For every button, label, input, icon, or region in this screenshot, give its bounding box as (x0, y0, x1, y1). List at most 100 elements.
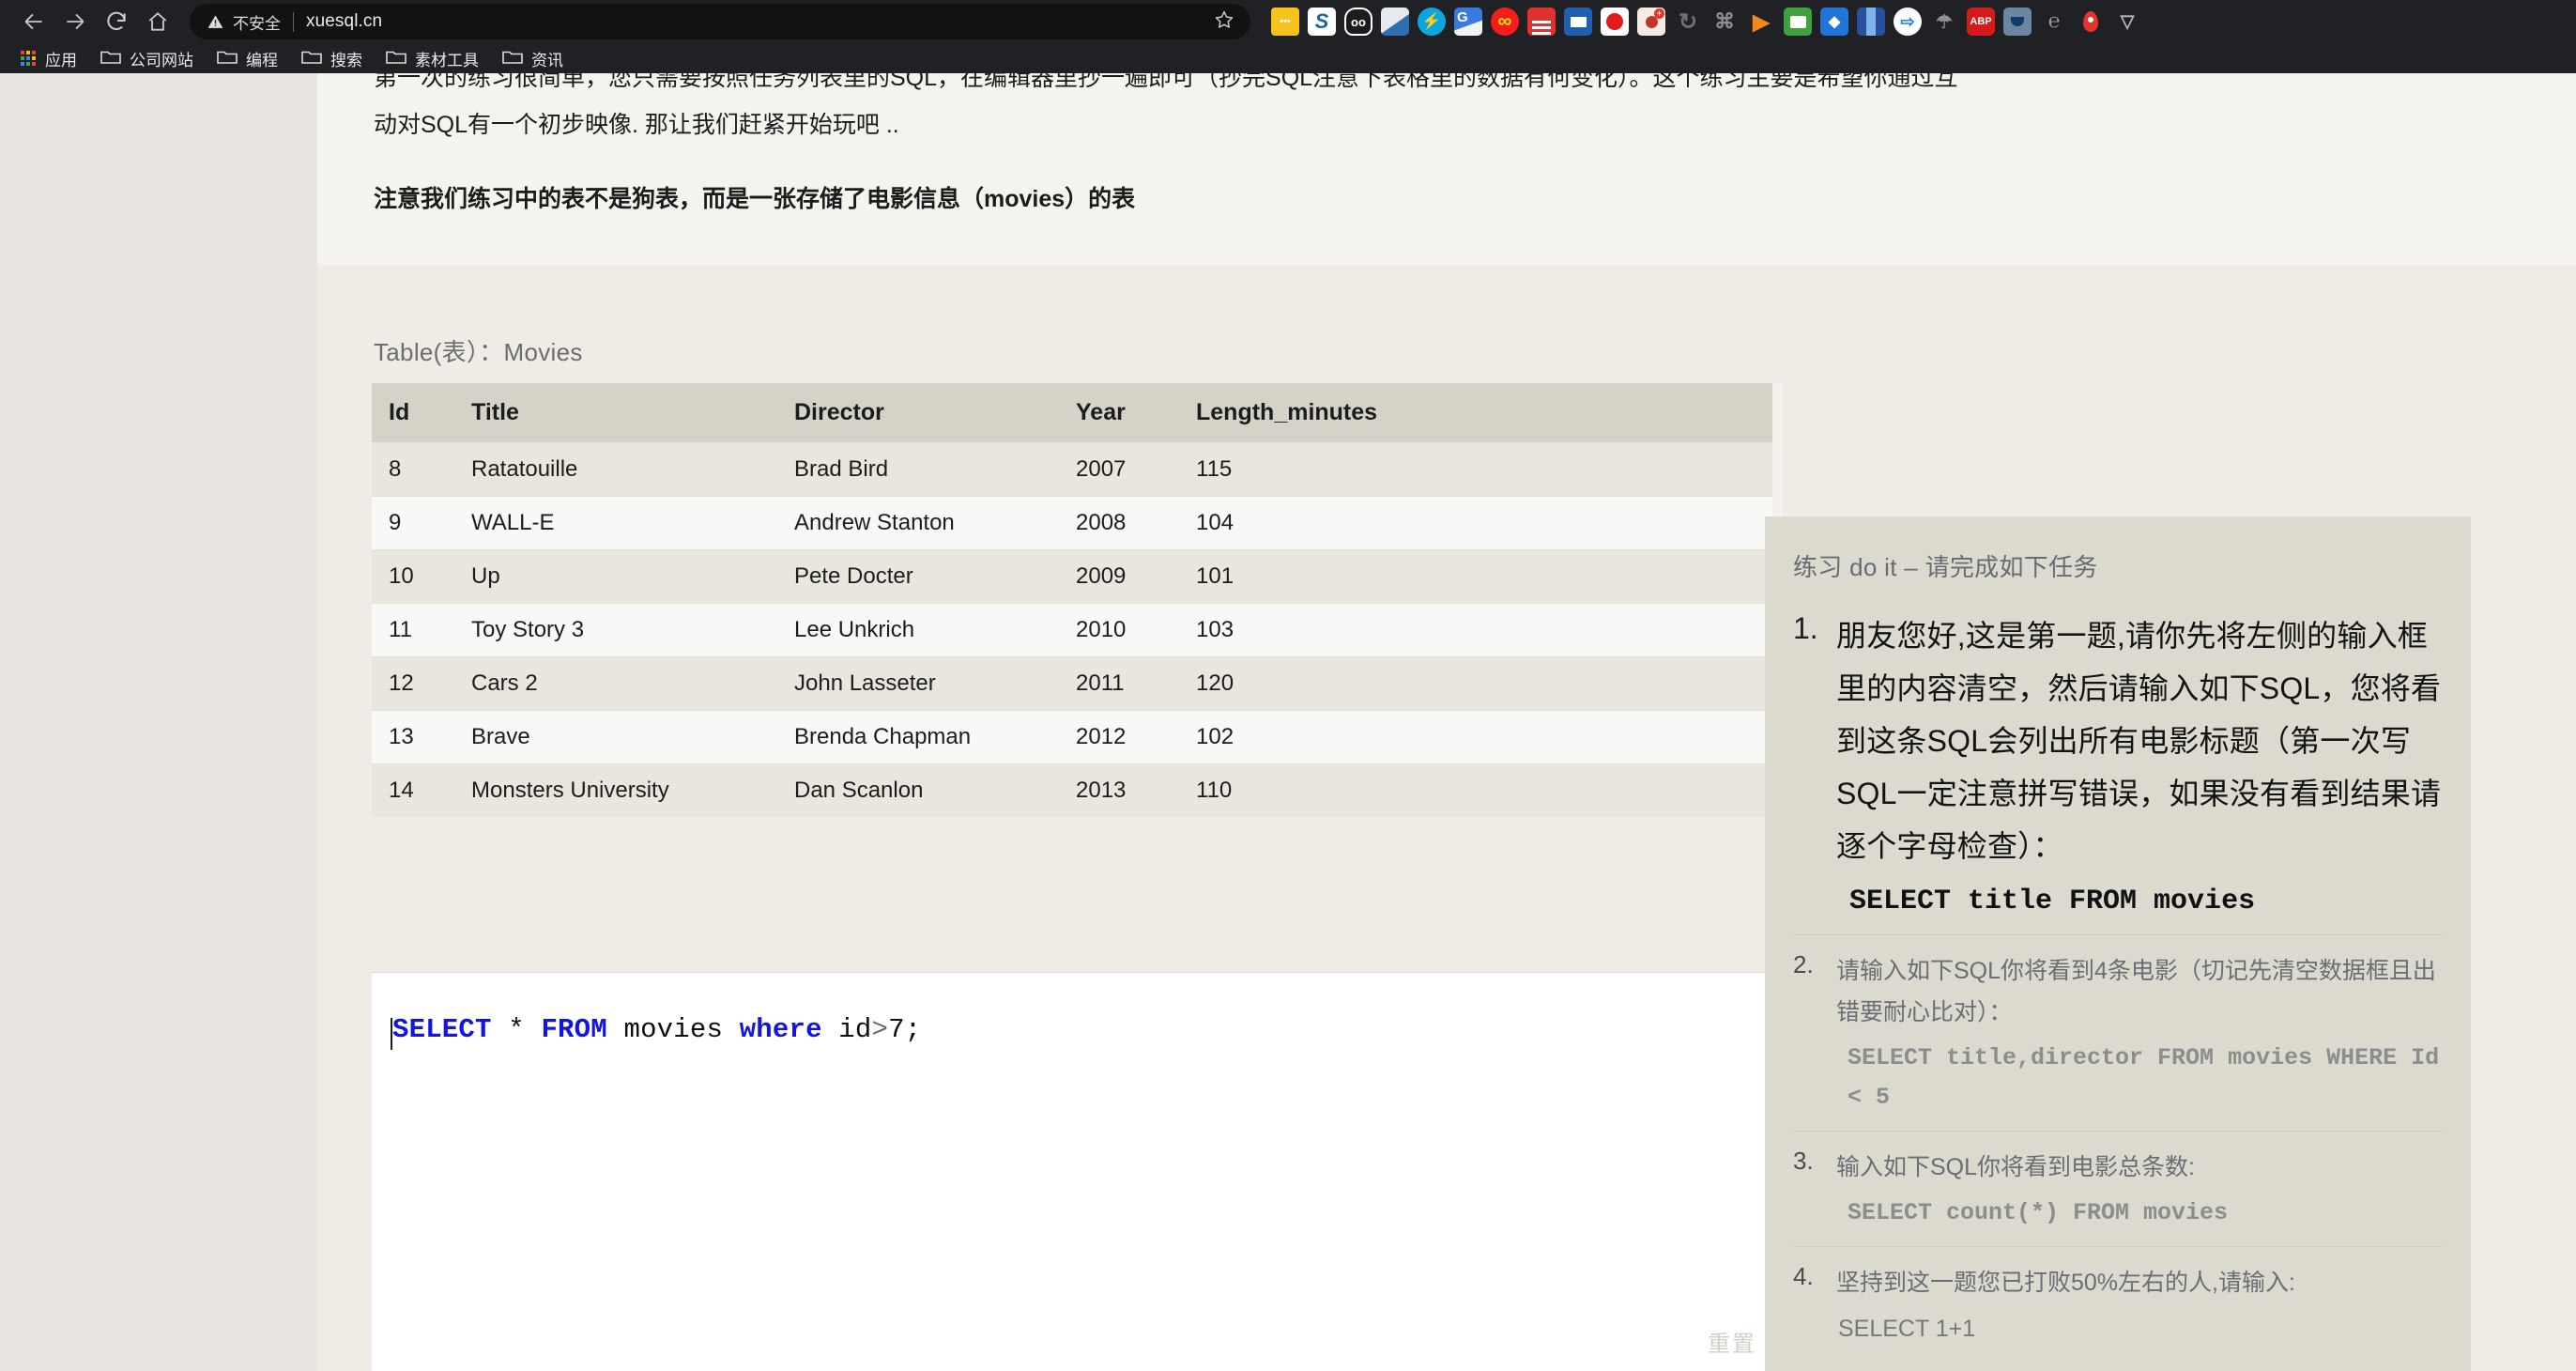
extension-icon-12[interactable]: ⌘ (1710, 8, 1739, 36)
extension-icon-7[interactable] (1527, 8, 1556, 36)
column-header-length[interactable]: Length_minutes (1179, 383, 1772, 443)
extension-icon-19[interactable]: ABP (1967, 8, 1995, 36)
cell-length: 115 (1179, 443, 1772, 497)
task-text: 朋友您好,这是第一题,请你先将左侧的输入框里的内容清空，然后请输入如下SQL，您… (1836, 619, 2441, 863)
column-header-id[interactable]: Id (372, 383, 454, 443)
browser-chrome: 不安全 xuesql.cn ••• S oo ⚡ G ∞ (0, 0, 2576, 73)
cell-director: Dan Scanlon (777, 764, 1059, 818)
task-sql: SELECT 1+1 (1836, 1309, 2443, 1348)
extension-icon-11[interactable]: ↻ (1674, 8, 1702, 36)
extension-icon-8[interactable] (1564, 8, 1592, 36)
task-marker: 3. (1793, 1147, 1814, 1176)
cell-year: 2008 (1059, 497, 1179, 550)
forward-arrow-icon[interactable] (54, 1, 96, 42)
extension-icon-23[interactable]: ▽ (2113, 8, 2141, 36)
task-divider (1793, 934, 2443, 935)
cell-title: Up (454, 550, 777, 604)
cell-length: 110 (1179, 764, 1772, 818)
home-house-icon[interactable] (137, 1, 178, 42)
cell-length: 104 (1179, 497, 1772, 550)
table-row: 8 Ratatouille Brad Bird 2007 115 (372, 443, 1772, 497)
reset-button[interactable]: 重置 (1708, 1325, 1756, 1358)
bookmark-star-icon[interactable] (1213, 8, 1235, 36)
bookmark-folder-3[interactable]: 搜索 (292, 45, 372, 71)
cell-title: Brave (454, 711, 777, 764)
url-text[interactable]: xuesql.cn (306, 11, 1205, 32)
extension-icon-1[interactable]: S (1308, 8, 1336, 36)
cell-year: 2012 (1059, 711, 1179, 764)
sql-token-where: where (740, 1014, 822, 1045)
cell-id: 14 (372, 764, 454, 818)
bookmark-folder-5[interactable]: 资讯 (493, 45, 573, 71)
extension-icon-22[interactable] (2077, 8, 2105, 36)
results-table: Id Title Director Year Length_minutes 8 … (372, 383, 1772, 817)
task-item-3: 3. 输入如下SQL你将看到电影总条数: SELECT count(*) FRO… (1793, 1147, 2443, 1233)
cell-title: Monsters University (454, 764, 777, 818)
cell-year: 2010 (1059, 604, 1179, 657)
extension-icon-14[interactable] (1784, 8, 1812, 36)
bookmark-apps[interactable]: 应用 (11, 45, 86, 71)
cell-director: Lee Unkrich (777, 604, 1059, 657)
apps-grid-icon (21, 51, 37, 67)
table-row: 12 Cars 2 John Lasseter 2011 120 (372, 657, 1772, 711)
column-header-title[interactable]: Title (454, 383, 777, 443)
extension-icon-15[interactable]: ◆ (1820, 8, 1848, 36)
back-arrow-icon[interactable] (13, 1, 54, 42)
extension-icon-0[interactable]: ••• (1271, 8, 1299, 36)
cell-title: WALL-E (454, 497, 777, 550)
extension-icon-6[interactable]: ∞ (1491, 8, 1519, 36)
table-row: 13 Brave Brenda Chapman 2012 102 (372, 711, 1772, 764)
extension-icon-2[interactable]: oo (1344, 8, 1372, 36)
cell-director: Pete Docter (777, 550, 1059, 604)
cell-length: 102 (1179, 711, 1772, 764)
extension-icon-21[interactable]: ℮ (2040, 8, 2068, 36)
cell-length: 120 (1179, 657, 1772, 711)
column-header-director[interactable]: Director (777, 383, 1059, 443)
browser-toolbar: 不安全 xuesql.cn ••• S oo ⚡ G ∞ (0, 0, 2576, 43)
extension-icon-9[interactable] (1601, 8, 1629, 36)
address-bar[interactable]: 不安全 xuesql.cn (190, 4, 1250, 39)
cell-title: Ratatouille (454, 443, 777, 497)
extension-icon-3[interactable] (1381, 8, 1409, 36)
folder-icon (386, 48, 406, 69)
cell-director: Andrew Stanton (777, 497, 1059, 550)
task-marker: 1. (1793, 611, 1818, 646)
task-item-2: 2. 请输入如下SQL你将看到4条电影（切记先清空数据框且出错要耐心比对）： S… (1793, 950, 2443, 1117)
extension-icon-18[interactable]: ☂ (1930, 8, 1958, 36)
table-header-row: Id Title Director Year Length_minutes (372, 383, 1772, 443)
cell-title: Toy Story 3 (454, 604, 777, 657)
column-header-year[interactable]: Year (1059, 383, 1179, 443)
omnibox-divider (293, 12, 294, 32)
sql-editor[interactable]: SELECT * FROM movies where id>7; 重置 (372, 972, 1783, 1371)
bookmark-folder-1[interactable]: 公司网站 (91, 45, 203, 71)
task-text: 输入如下SQL你将看到电影总条数: (1836, 1154, 2195, 1180)
extension-icon-4[interactable]: ⚡ (1418, 8, 1446, 36)
task-list: 1. 朋友您好,这是第一题,请你先将左侧的输入框里的内容清空，然后请输入如下SQ… (1793, 609, 2443, 1348)
insecure-warning[interactable]: 不安全 (207, 10, 281, 34)
task-sql: SELECT title,director FROM movies WHERE … (1836, 1039, 2443, 1117)
bookmark-label: 编程 (246, 47, 278, 70)
extension-icon-5[interactable]: G (1454, 8, 1482, 36)
bookmark-label: 搜索 (330, 47, 362, 70)
cell-length: 103 (1179, 604, 1772, 657)
cell-id: 8 (372, 443, 454, 497)
task-item-4: 4. 坚持到这一题您已打败50%左右的人,请输入: SELECT 1+1 (1793, 1262, 2443, 1348)
table-empty-area (372, 895, 1772, 970)
sql-token-select: SELECT (392, 1014, 492, 1045)
extension-icon-13[interactable]: ▶ (1747, 8, 1775, 36)
results-table-wrapper: Id Title Director Year Length_minutes 8 … (372, 383, 1772, 895)
extension-icon-20[interactable] (2003, 8, 2032, 36)
cell-id: 11 (372, 604, 454, 657)
extension-icon-10[interactable]: + (1637, 8, 1665, 36)
bookmark-folder-2[interactable]: 编程 (207, 45, 287, 71)
extension-icon-16[interactable] (1857, 8, 1885, 36)
reload-arrow-icon[interactable] (96, 1, 137, 42)
extension-icon-17[interactable]: ⇨ (1894, 8, 1922, 36)
task-divider (1793, 1246, 2443, 1247)
bookmarks-bar: 应用 公司网站 编程 搜索 素材工具 (0, 43, 2576, 73)
task-text: 请输入如下SQL你将看到4条电影（切记先清空数据框且出错要耐心比对）： (1836, 958, 2436, 1025)
table-row: 11 Toy Story 3 Lee Unkrich 2010 103 (372, 604, 1772, 657)
sql-editor-text[interactable]: SELECT * FROM movies where id>7; (392, 1014, 921, 1045)
task-divider (1793, 1131, 2443, 1132)
bookmark-folder-4[interactable]: 素材工具 (376, 45, 488, 71)
